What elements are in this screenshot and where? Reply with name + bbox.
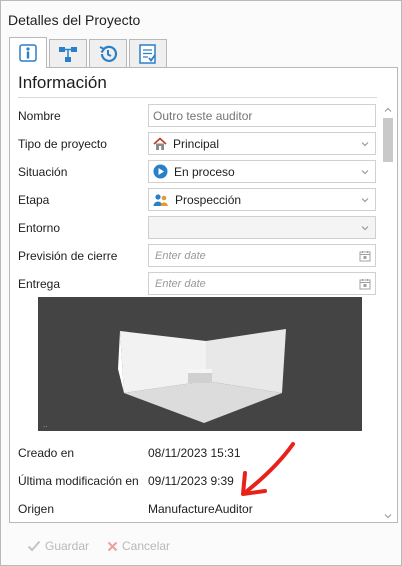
- tab-structure[interactable]: [49, 39, 87, 67]
- calendar-icon[interactable]: [359, 250, 371, 262]
- annotation-arrow-icon: [241, 442, 295, 496]
- row-etapa: Etapa Prospección: [10, 188, 380, 212]
- cancel-label: Cancelar: [122, 539, 171, 553]
- prevision-placeholder: Enter date: [155, 249, 206, 262]
- tipo-value: Principal: [173, 136, 220, 151]
- scrollbar-thumb[interactable]: [383, 118, 393, 162]
- prevision-date-field[interactable]: Enter date: [148, 244, 376, 267]
- chevron-down-icon: [361, 198, 369, 203]
- scroll-up-icon[interactable]: [384, 106, 392, 114]
- tipo-select[interactable]: Principal: [148, 132, 376, 155]
- chevron-down-icon: [361, 142, 369, 147]
- prevision-label: Previsión de cierre: [18, 249, 118, 263]
- nombre-field[interactable]: [148, 104, 376, 127]
- modificacion-label: Última modificación en: [18, 474, 139, 488]
- tipo-label: Tipo de proyecto: [18, 137, 107, 151]
- origen-value: ManufactureAuditor: [148, 502, 253, 516]
- info-icon: [19, 44, 37, 62]
- checklist-icon: [139, 43, 156, 64]
- situacion-select[interactable]: En proceso: [148, 160, 376, 183]
- creado-label: Creado en: [18, 446, 75, 460]
- history-icon: [99, 45, 118, 62]
- row-tipo: Tipo de proyecto Principal: [10, 132, 380, 156]
- nombre-input[interactable]: [153, 108, 375, 123]
- save-button[interactable]: Guardar: [27, 539, 89, 553]
- row-creado: Creado en 08/11/2023 15:31: [10, 441, 380, 465]
- etapa-value: Prospección: [175, 192, 242, 207]
- entorno-select[interactable]: [148, 216, 376, 239]
- checkmark-icon: [27, 540, 41, 552]
- row-nombre: Nombre: [10, 104, 380, 128]
- chevron-down-icon: [361, 170, 369, 175]
- row-entrega: Entrega Enter date: [10, 272, 380, 296]
- etapa-select[interactable]: Prospección: [148, 188, 376, 211]
- chevron-down-icon: [361, 226, 369, 231]
- entrega-placeholder: Enter date: [155, 277, 206, 290]
- situacion-value: En proceso: [174, 164, 235, 179]
- entorno-label: Entorno: [18, 221, 61, 235]
- calendar-icon[interactable]: [359, 278, 371, 290]
- row-prevision: Previsión de cierre Enter date: [10, 244, 380, 268]
- users-icon: [153, 193, 168, 206]
- nombre-label: Nombre: [18, 109, 61, 123]
- tab-history[interactable]: [89, 39, 127, 67]
- svg-text:..: ..: [43, 421, 47, 429]
- close-icon: [107, 541, 118, 551]
- row-situacion: Situación En proceso: [10, 160, 380, 184]
- footer-toolbar: Guardar Cancelar: [9, 531, 398, 561]
- cancel-button[interactable]: Cancelar: [107, 539, 170, 553]
- project-details-window: Detalles del Proyecto Información Nombre…: [0, 0, 402, 566]
- modificacion-value: 09/11/2023 9:39: [148, 474, 234, 488]
- situacion-label: Situación: [18, 165, 68, 179]
- play-icon: [153, 164, 168, 179]
- project-3d-preview[interactable]: ..: [38, 297, 362, 431]
- section-title: Información: [18, 73, 107, 92]
- house-icon: [153, 136, 167, 150]
- info-panel: Información Nombre Tipo de proyecto Prin…: [9, 67, 398, 523]
- section-divider: [18, 97, 377, 98]
- window-title: Detalles del Proyecto: [8, 12, 141, 28]
- tab-checklist[interactable]: [129, 39, 167, 67]
- entrega-date-field[interactable]: Enter date: [148, 272, 376, 295]
- scroll-down-icon[interactable]: [384, 512, 392, 520]
- vertical-scrollbar[interactable]: [381, 104, 395, 522]
- room-3d-render: ..: [43, 329, 286, 429]
- row-origen: Origen ManufactureAuditor: [10, 497, 380, 521]
- origen-label: Origen: [18, 502, 55, 516]
- hierarchy-icon: [59, 46, 77, 62]
- row-entorno: Entorno: [10, 216, 380, 240]
- save-label: Guardar: [45, 539, 90, 553]
- row-modificacion: Última modificación en 09/11/2023 9:39: [10, 469, 380, 493]
- creado-value: 08/11/2023 15:31: [148, 446, 241, 460]
- entrega-label: Entrega: [18, 277, 61, 291]
- etapa-label: Etapa: [18, 193, 50, 207]
- tab-info[interactable]: [9, 37, 47, 68]
